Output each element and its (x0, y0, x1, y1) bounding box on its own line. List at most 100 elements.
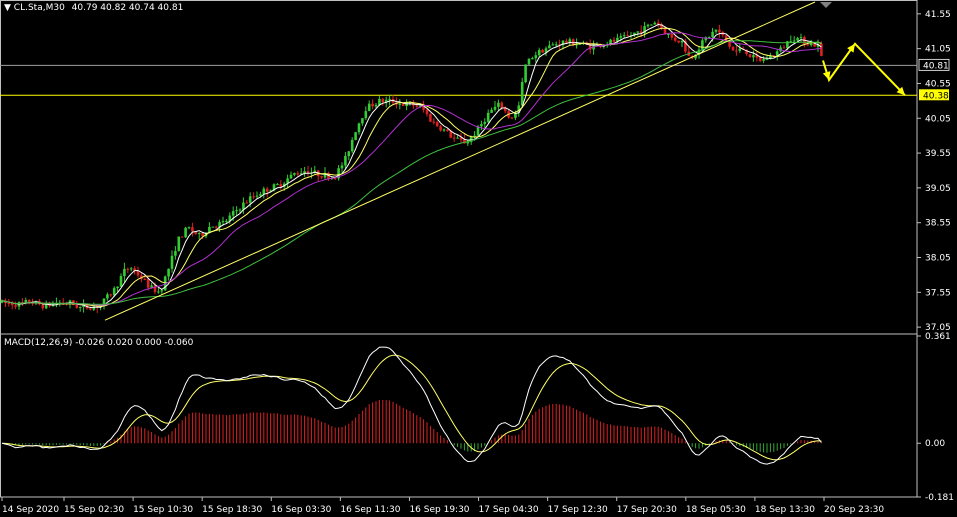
bear-candle (381, 98, 385, 103)
bull-candle (714, 29, 718, 32)
time-tick-label: 15 Sep 18:30 (202, 505, 262, 515)
bear-candle (656, 22, 660, 25)
bull-candle (701, 40, 704, 50)
bear-candle (429, 114, 432, 122)
bear-candle (612, 39, 616, 42)
bull-candle (653, 22, 657, 25)
bull-candle (289, 174, 293, 179)
bull-candle (520, 82, 524, 106)
bear-candle (14, 305, 17, 307)
bear-candle (109, 294, 113, 296)
bull-candle (765, 59, 769, 61)
bull-candle (646, 24, 650, 27)
ma-medium-line (1, 27, 822, 307)
bear-candle (452, 137, 456, 139)
bull-candle (650, 24, 653, 26)
time-tick-label: 14 Sep 2020 (2, 505, 59, 515)
ma-fast-line (1, 23, 822, 309)
bear-candle (180, 236, 184, 238)
bull-candle (483, 121, 487, 125)
time-tick-label: 18 Sep 05:30 (686, 505, 746, 515)
bull-candle (248, 196, 252, 203)
bear-candle (296, 173, 300, 175)
price-axis: 41.55 41.05 40.55 40.05 39.55 39.05 38.55 38.05… (917, 10, 951, 333)
bear-candle (731, 46, 735, 51)
bear-candle (439, 126, 442, 131)
bull-candle (636, 31, 640, 33)
bear-candle (446, 129, 449, 131)
price-tick-label: 41.55 (925, 10, 951, 20)
chart-frame (0, 0, 918, 498)
bear-candle (565, 40, 568, 43)
bear-candle (143, 278, 147, 280)
scroll-marker-icon[interactable] (820, 2, 832, 8)
trendline-group[interactable] (104, 1, 832, 321)
bull-candle (184, 227, 187, 238)
bull-candle (667, 34, 670, 36)
forecast-arrows[interactable] (822, 42, 906, 96)
bull-candle (235, 210, 238, 212)
time-tick-label: 17 Sep 12:30 (548, 505, 608, 515)
bull-candle (527, 58, 531, 65)
bull-candle (680, 40, 684, 43)
bull-candle (170, 255, 174, 269)
bear-candle (820, 43, 823, 56)
bull-candle (548, 45, 551, 49)
bear-candle (503, 108, 507, 112)
bear-candle (748, 54, 752, 58)
forecast-path-line[interactable] (822, 42, 906, 96)
bull-candle (112, 288, 116, 296)
macd-axis: 0.361 0.00 -0.181 (917, 332, 954, 503)
bull-candle (388, 98, 391, 100)
bull-candle (531, 58, 534, 60)
bear-candle (89, 308, 92, 310)
bear-candle (510, 117, 514, 119)
candlesticks (0, 19, 823, 313)
bull-candle (796, 38, 799, 41)
bull-candle (374, 104, 378, 107)
bear-candle (279, 184, 283, 187)
bear-candle (214, 226, 218, 228)
bull-candle (524, 64, 527, 83)
bear-candle (201, 233, 204, 237)
bull-candle (174, 250, 177, 256)
bear-candle (265, 188, 269, 192)
bear-candle (718, 29, 721, 33)
bear-candle (41, 304, 45, 309)
time-tick-label: 15 Sep 10:30 (133, 505, 193, 515)
bull-candle (197, 233, 201, 235)
bull-candle (276, 184, 279, 186)
bull-candle (231, 211, 235, 216)
price-tick-label: 39.05 (925, 184, 951, 194)
bear-candle (146, 279, 150, 288)
bull-candle (792, 40, 796, 42)
price-tick-label: 39.55 (925, 149, 951, 159)
outer-frame (0, 0, 918, 498)
bull-candle (160, 290, 164, 292)
bear-candle (435, 122, 439, 127)
bull-candle (490, 109, 493, 113)
bear-candle (758, 57, 762, 61)
arrow-up-head-icon[interactable] (847, 43, 855, 53)
bull-candle (238, 209, 242, 211)
bull-candle (347, 151, 351, 157)
bull-candle (809, 43, 813, 46)
bull-candle (119, 276, 123, 287)
macd-lines (1, 346, 822, 465)
moving-averages (1, 23, 822, 309)
bull-candle (259, 194, 262, 196)
bull-candle (225, 220, 228, 222)
bull-candle (398, 103, 402, 105)
bull-candle (129, 268, 133, 270)
price-tick-label: 37.55 (925, 288, 951, 298)
bull-candle (262, 188, 266, 195)
bull-candle (167, 268, 170, 277)
bear-candle (806, 44, 810, 46)
price-chart-canvas[interactable]: 41.55 41.05 40.55 40.05 39.55 39.05 38.55 38.05… (0, 0, 957, 517)
support-trendline[interactable] (104, 1, 816, 321)
bear-candle (677, 40, 680, 43)
bull-candle (711, 31, 714, 37)
time-tick-label: 16 Sep 11:30 (340, 505, 400, 515)
bull-candle (357, 123, 361, 133)
bull-candle (456, 137, 459, 139)
